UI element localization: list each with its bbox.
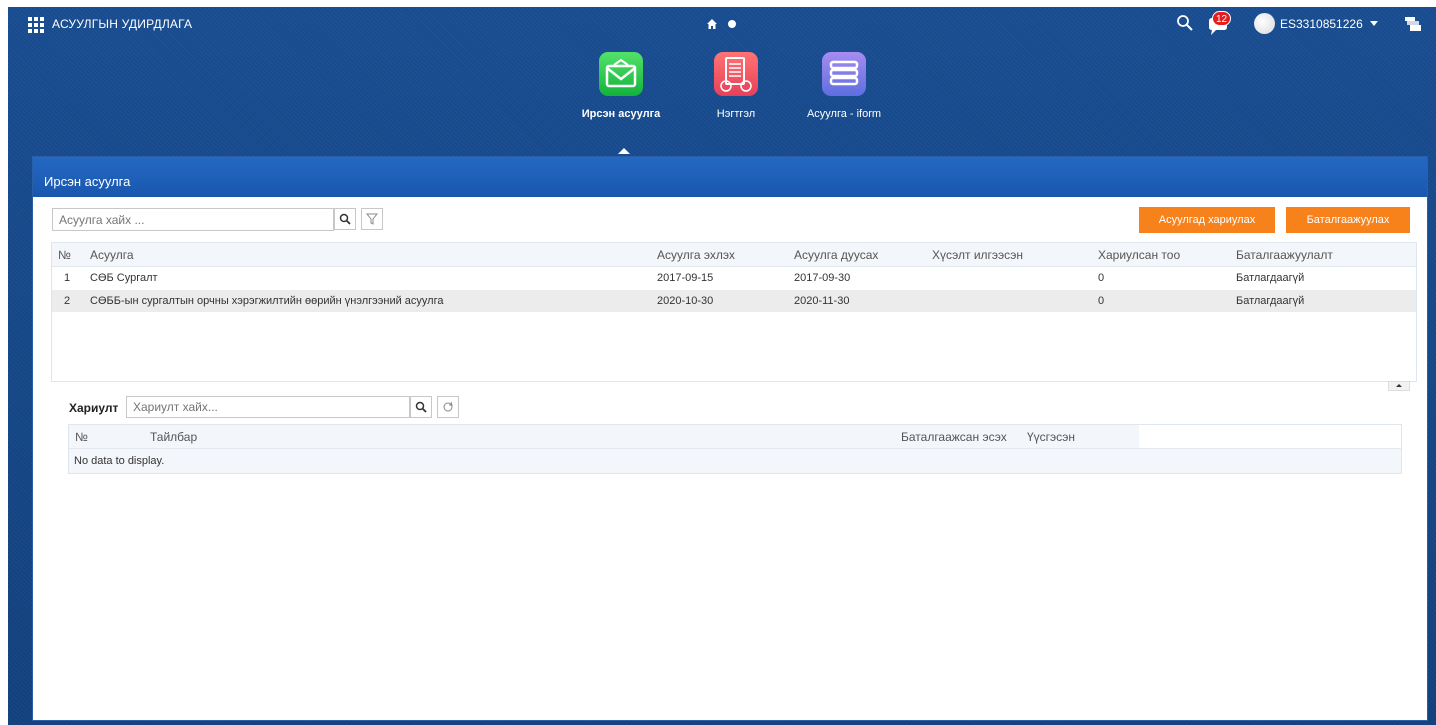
column-header[interactable]: Асуулга (90, 243, 134, 267)
filter-button[interactable] (361, 208, 383, 230)
app-title: АСУУЛГЫН УДИРДЛАГА (52, 17, 193, 31)
panel-title: Ирсэн асуулга (33, 157, 1427, 197)
start-date: 2020-10-30 (657, 295, 714, 307)
collapse-toggle[interactable] (1388, 381, 1410, 391)
app-window: АСУУЛГЫН УДИРДЛАГА 12 ES3310851226 Ирсэн… (8, 7, 1436, 725)
answer-search-button[interactable] (410, 396, 432, 418)
answer-search-input[interactable] (126, 396, 410, 418)
username-label[interactable]: ES3310851226 (1280, 17, 1363, 31)
confirm-button[interactable]: Баталгаажуулах (1286, 207, 1410, 233)
module-label: Ирсэн асуулга (581, 108, 661, 120)
layers-icon[interactable] (1404, 16, 1422, 32)
column-header[interactable]: Асуулга дуусах (794, 243, 878, 267)
search-icon[interactable] (1176, 14, 1194, 32)
start-date: 2017-09-15 (657, 272, 714, 284)
refresh-icon (443, 401, 453, 412)
row-number: 1 (64, 272, 71, 284)
column-header[interactable]: Үүсгэсэн (1027, 425, 1075, 449)
status-text: Батлагдаагүй (1236, 295, 1305, 307)
page-indicator-dot[interactable] (728, 20, 736, 28)
column-header[interactable]: Баталгаажуулалт (1236, 243, 1333, 267)
answered-count: 0 (1098, 272, 1105, 284)
table-row[interactable]: 2 СӨББ-ын сургалтын орчны хэрэгжилтийн ө… (52, 290, 1416, 313)
home-icon[interactable] (706, 18, 718, 30)
active-module-pointer (618, 148, 630, 154)
module-label: Нэгтгэл (716, 108, 756, 120)
answers-label: Хариулт (69, 401, 119, 415)
search-button[interactable] (334, 208, 356, 230)
incoming-survey-panel: Ирсэн асуулга Асуулгад хариулах Баталгаа… (32, 156, 1428, 721)
notification-badge[interactable]: 12 (1212, 11, 1232, 26)
column-header[interactable]: Баталгаажсан эсэх (901, 425, 1007, 449)
table-header: № Тайлбар Баталгаажсан эсэх Үүсгэсэн (69, 425, 1401, 449)
search-icon (415, 401, 427, 413)
survey-name: СӨББ-ын сургалтын орчны хэрэгжилтийн өөр… (90, 295, 444, 307)
survey-table: № Асуулга Асуулга эхлэх Асуулга дуусах Х… (51, 242, 1417, 382)
survey-name: СӨБ Сургалт (90, 272, 158, 284)
end-date: 2020-11-30 (794, 295, 850, 307)
stack-icon (822, 52, 866, 96)
refresh-button[interactable] (437, 396, 459, 418)
module-summary[interactable]: Нэгтгэл (691, 52, 781, 120)
mail-icon (599, 52, 643, 96)
apps-grid-icon[interactable] (28, 17, 46, 33)
column-header[interactable]: № (58, 243, 71, 267)
status-text: Батлагдаагүй (1236, 272, 1305, 284)
empty-message: No data to display. (69, 449, 1401, 473)
answers-table: № Тайлбар Баталгаажсан эсэх Үүсгэсэн No … (68, 424, 1402, 474)
reply-survey-button[interactable]: Асуулгад хариулах (1139, 207, 1275, 233)
chevron-down-icon[interactable] (1370, 21, 1378, 26)
search-icon (339, 213, 351, 225)
avatar[interactable] (1254, 13, 1275, 34)
top-bar: АСУУЛГЫН УДИРДЛАГА 12 ES3310851226 (8, 7, 1436, 41)
filter-icon (366, 213, 378, 225)
module-incoming[interactable]: Ирсэн асуулга (576, 52, 666, 120)
report-icon (714, 52, 758, 96)
column-header[interactable]: Асуулга эхлэх (657, 243, 735, 267)
column-header[interactable]: Хариулсан тоо (1098, 243, 1180, 267)
column-header[interactable]: Тайлбар (150, 425, 197, 449)
table-row[interactable]: 1 СӨБ Сургалт 2017-09-15 2017-09-30 0 Ба… (52, 267, 1416, 290)
answered-count: 0 (1098, 295, 1105, 307)
column-header[interactable]: Хүсэлт илгээсэн (932, 243, 1023, 267)
module-label: Асуулга - iform (806, 108, 882, 120)
module-iform[interactable]: Асуулга - iform (799, 52, 889, 120)
row-number: 2 (64, 295, 71, 307)
end-date: 2017-09-30 (794, 272, 851, 284)
survey-search-input[interactable] (52, 208, 334, 231)
column-header[interactable]: № (75, 425, 88, 449)
table-header: № Асуулга Асуулга эхлэх Асуулга дуусах Х… (52, 243, 1416, 267)
